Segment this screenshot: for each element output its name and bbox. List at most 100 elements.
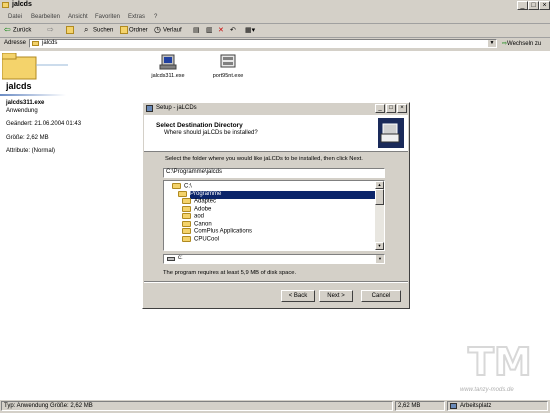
tree-item-label: C:\ — [184, 183, 192, 190]
install-wizard-icon — [378, 118, 404, 148]
up-folder-button[interactable] — [66, 26, 75, 34]
dialog-titlebar: Setup - jaLCDs _ □ × — [144, 104, 408, 114]
folders-label: Ordner — [129, 27, 148, 34]
computer-icon — [450, 403, 457, 409]
watermark-logo: TM — [467, 339, 533, 385]
back-button[interactable]: ⇦ Zurück — [4, 26, 31, 34]
forward-button[interactable]: ⇨ — [47, 26, 56, 34]
menubar: Datei Bearbeiten Ansicht Favoriten Extra… — [0, 12, 550, 24]
history-button[interactable]: ◷ Verlauf — [154, 26, 182, 34]
file-item[interactable]: jalcds311.exe — [145, 53, 191, 83]
path-input[interactable]: C:\Programme\jalcds — [163, 168, 385, 178]
back-arrow-icon: ⇦ — [4, 25, 11, 34]
menu-extras[interactable]: Extras — [128, 14, 145, 20]
status-bar: Typ: Anwendung Größe: 2,62 MB 2,62 MB Ar… — [0, 399, 550, 413]
scroll-up-icon[interactable]: ▲ — [375, 181, 384, 189]
menu-bearbeiten[interactable]: Bearbeiten — [31, 14, 60, 20]
setup-icon — [159, 54, 177, 70]
close-button[interactable]: × — [539, 1, 550, 10]
detail-type: Anwendung — [6, 108, 38, 114]
tree-item-label: ComPlus Applications — [194, 228, 253, 235]
tree-item-label: Programme — [190, 191, 378, 199]
tree-item[interactable]: Adaptec — [166, 198, 374, 206]
tree-item[interactable]: Adobe — [166, 205, 374, 214]
next-button[interactable]: Next > — [319, 290, 353, 302]
dialog-maximize-button[interactable]: □ — [386, 104, 396, 113]
file-name: jalcds311.exe — [151, 73, 185, 79]
copy-to-button[interactable]: ▥ — [206, 26, 213, 34]
minimize-button[interactable]: _ — [517, 1, 528, 10]
forward-arrow-icon: ⇨ — [47, 25, 54, 34]
folder-open-icon — [178, 190, 187, 197]
folder-icon — [182, 205, 191, 212]
go-button[interactable]: ⇨Wechseln zu — [502, 40, 541, 47]
tree-scrollbar[interactable]: ▲ ▼ — [375, 181, 384, 250]
svg-text:TM: TM — [468, 340, 532, 384]
dialog-header-subtitle: Where should jaLCDs be installed? — [164, 130, 258, 136]
setup-icon — [220, 54, 236, 68]
address-input[interactable]: jalcds ▼ — [29, 39, 497, 48]
folders-icon — [120, 26, 128, 34]
drive-dropdown-icon[interactable]: ▼ — [376, 255, 384, 263]
copy-to-icon: ▥ — [206, 27, 213, 34]
setup-icon — [146, 105, 153, 112]
tree-item-label: CPUCool — [194, 236, 220, 243]
setup-dialog: Setup - jaLCDs _ □ × Select Destination … — [142, 102, 410, 309]
space-note: The program requires at least 5,9 MB of … — [163, 270, 297, 276]
folders-button[interactable]: Ordner — [120, 26, 148, 34]
detail-filename: jalcds311.exe — [6, 100, 45, 106]
search-button[interactable]: ⌕ Suchen — [84, 26, 113, 34]
dialog-close-button[interactable]: × — [397, 104, 407, 113]
window-titlebar: jalcds _ □ × — [0, 0, 550, 12]
address-dropdown-icon[interactable]: ▼ — [488, 40, 496, 47]
drive-value: c: — [178, 255, 183, 261]
detail-size: Größe: 2,62 MB — [6, 135, 49, 141]
tree-item-selected[interactable]: Programme — [166, 190, 378, 199]
move-to-icon: ▤ — [193, 27, 200, 34]
scroll-down-icon[interactable]: ▼ — [375, 242, 384, 250]
webview-panel: jalcds jalcds311.exe Anwendung Geändert:… — [0, 51, 140, 399]
address-value: jalcds — [42, 40, 58, 46]
scroll-thumb[interactable] — [375, 189, 384, 205]
menu-datei[interactable]: Datei — [8, 14, 22, 20]
tree-item-label: Adaptec — [194, 198, 217, 205]
delete-button[interactable]: ✕ — [218, 26, 224, 34]
instruction-text: Select the folder where you would like j… — [165, 156, 363, 162]
folder-icon — [182, 213, 191, 219]
detail-attributes: Attribute: (Normal) — [6, 148, 56, 154]
folder-title: jalcds — [6, 81, 32, 91]
dialog-minimize-button[interactable]: _ — [375, 104, 385, 113]
menu-favoriten[interactable]: Favoriten — [95, 14, 120, 20]
drive-select[interactable]: c: ▼ — [163, 254, 385, 264]
folder-tree[interactable]: C:\ Programme Adaptec Adobe aod Canon Co… — [163, 180, 385, 251]
tree-item-label: Canon — [194, 221, 212, 228]
views-button[interactable]: ▦▾ — [245, 26, 255, 34]
search-icon: ⌕ — [84, 25, 89, 34]
maximize-button[interactable]: □ — [528, 1, 539, 10]
folder-icon — [182, 228, 191, 234]
tree-item[interactable]: C:\ — [166, 183, 374, 191]
path-value: C:\Programme\jalcds — [166, 169, 223, 175]
detail-modified: Geändert: 21.06.2004 01:43 — [6, 121, 82, 127]
tree-item[interactable]: ComPlus Applications — [166, 228, 374, 236]
dialog-header-title: Select Destination Directory — [156, 122, 243, 129]
menu-ansicht[interactable]: Ansicht — [68, 14, 88, 20]
undo-button[interactable]: ↶ — [230, 26, 236, 34]
cancel-button[interactable]: Cancel — [361, 290, 401, 302]
file-item[interactable]: port95nt.exe — [205, 53, 251, 83]
views-icon: ▦▾ — [245, 27, 256, 34]
folder-icon — [182, 235, 191, 242]
dialog-divider — [144, 281, 408, 283]
move-to-button[interactable]: ▤ — [193, 26, 200, 34]
back-button[interactable]: < Back — [281, 290, 315, 302]
undo-icon: ↶ — [230, 27, 236, 34]
address-label: Adresse — [4, 40, 27, 46]
folder-icon — [182, 220, 191, 227]
menu-help[interactable]: ? — [154, 14, 157, 20]
tree-item[interactable]: aod — [166, 213, 374, 221]
tree-item[interactable]: Canon — [166, 220, 374, 229]
folder-icon — [182, 198, 191, 204]
history-label: Verlauf — [163, 27, 182, 34]
tree-item[interactable]: CPUCool — [166, 235, 374, 244]
dialog-header: Select Destination Directory Where shoul… — [144, 115, 408, 152]
